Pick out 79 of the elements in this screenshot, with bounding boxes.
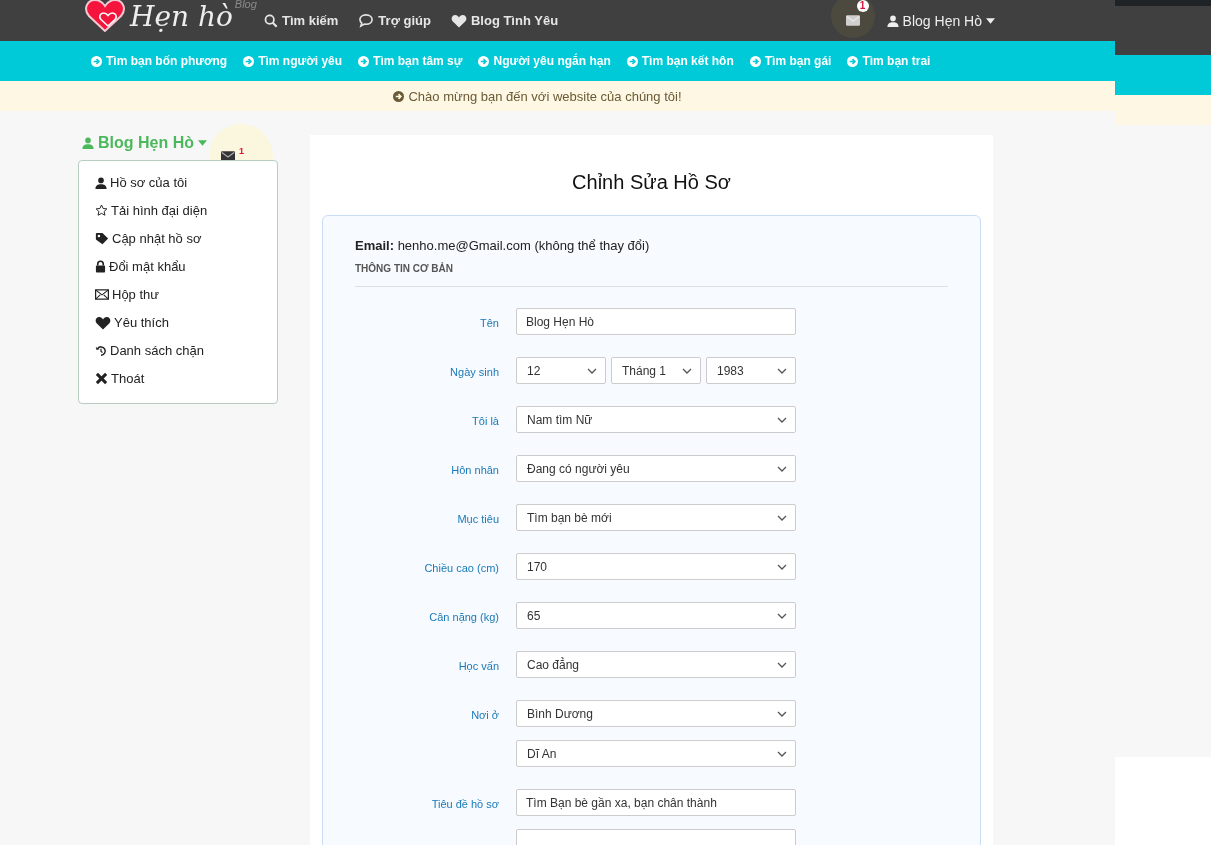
logo-text[interactable]: Hẹn hò [130, 0, 233, 33]
select-field[interactable]: 65 [516, 602, 796, 629]
circle-arrow-icon [91, 55, 102, 67]
user-icon [95, 176, 107, 189]
field-label: Tên [480, 316, 499, 329]
circle-arrow-icon [626, 55, 638, 67]
chevron-icon [777, 661, 787, 668]
mail-icon [845, 15, 860, 26]
chevron-icon [682, 367, 692, 374]
lock-icon [95, 260, 106, 273]
select-field[interactable]: Tháng 1 [611, 357, 701, 384]
chevron-icon [777, 612, 787, 619]
heart-icon [95, 315, 111, 330]
text-field[interactable]: Blog Hẹn Hò [516, 308, 796, 335]
text-field[interactable]: Tìm Bạn bè gần xa, bạn chân thành [516, 789, 796, 816]
user-icon [82, 137, 94, 149]
tag-icon [95, 231, 109, 246]
envelope-icon [95, 289, 109, 300]
star-icon [95, 204, 108, 217]
sidebar-item[interactable]: Tải hình đại diện [95, 201, 277, 220]
sidebar-item[interactable]: Danh sách chặn [95, 341, 277, 360]
chevron-icon [777, 750, 787, 757]
select-field[interactable]: Cao đẳng [516, 651, 796, 678]
select-field[interactable]: Đang có người yêu [516, 455, 796, 482]
section-heading: THÔNG TIN CƠ BẢN [355, 263, 454, 274]
select-field[interactable]: 12 [516, 357, 606, 384]
user-icon [886, 14, 899, 27]
chevron-icon [587, 367, 597, 374]
heart-icon [450, 13, 467, 28]
field-label: Tôi là [472, 414, 499, 427]
field-label: Mục tiêu [457, 512, 499, 525]
circle-arrow-icon [243, 55, 255, 67]
chevron-icon [777, 367, 787, 374]
circle-arrow-icon [393, 90, 405, 102]
close-icon [95, 372, 108, 385]
notification-count: 1 [239, 146, 244, 156]
notification-badge: 1 [856, 0, 869, 12]
mail-button[interactable]: 1 [830, 0, 875, 38]
email-info: Email: henho.me@Gmail.com (không thể thay đổi) [355, 238, 651, 253]
select-field[interactable]: 170 [516, 553, 796, 580]
sidebar-item[interactable]: Yêu thích [95, 313, 277, 332]
nav-link[interactable]: Blog Tình Yêu [450, 13, 559, 28]
field-label: Hôn nhân [451, 463, 499, 476]
circle-arrow-icon [478, 55, 490, 67]
field-label: Nơi ở [471, 708, 499, 721]
field-label: Ngày sinh [450, 365, 499, 378]
select-field[interactable]: Tìm bạn bè mới [516, 504, 796, 531]
field-label: Chiều cao (cm) [424, 561, 499, 574]
field-label: Cân nặng (kg) [429, 610, 499, 623]
field-label: Học vấn [458, 659, 499, 672]
heart-logo-icon [84, 0, 128, 33]
nav-link[interactable]: Trợ giúp [358, 13, 431, 28]
chevron-icon [777, 416, 787, 423]
circle-arrow-icon [749, 55, 761, 67]
select-field[interactable]: Nam tìm Nữ [516, 406, 796, 433]
logo-tag: Blog [234, 0, 257, 10]
circle-arrow-icon [847, 55, 859, 67]
chat-bubble-icon [358, 13, 375, 28]
select-field[interactable]: Dĩ An [516, 740, 796, 767]
sidebar-item[interactable]: Cập nhật hồ sơ [95, 229, 277, 248]
chevron-icon [777, 563, 787, 570]
circle-arrow-icon [358, 55, 370, 67]
welcome-message: Chào mừng bạn đến với website của chúng tôi! [393, 88, 682, 104]
select-field[interactable]: 1983 [706, 357, 796, 384]
page-title: Chỉnh Sửa Hồ Sơ [571, 171, 732, 194]
history-icon [95, 344, 107, 357]
nav-link[interactable]: Tìm kiếm [264, 13, 339, 28]
search-icon [264, 13, 278, 28]
chevron-icon [777, 465, 787, 472]
chevron-icon [777, 710, 787, 717]
sidebar-item[interactable]: Hộp thư [95, 285, 277, 304]
chevron-icon [777, 514, 787, 521]
user-menu[interactable]: Blog Hẹn Hò [886, 12, 995, 29]
caret-icon [986, 17, 995, 24]
field-label: Tiêu đề hồ sơ [431, 797, 499, 810]
sidebar-item[interactable]: Đổi mật khẩu [95, 257, 277, 276]
select-field[interactable]: Bình Dương [516, 700, 796, 727]
sidebar-item[interactable]: Thoát [95, 369, 277, 388]
caret-icon [198, 140, 207, 146]
